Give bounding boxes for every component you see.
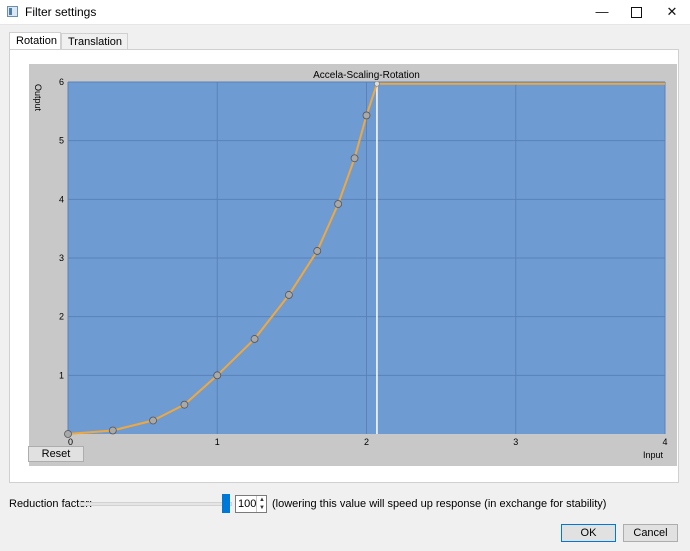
reduction-spinbox[interactable]: 100 ▲ ▼ <box>235 495 267 513</box>
curve-control-point <box>250 335 259 343</box>
filter-settings-window: Filter settings — ✕ Rotation Translation… <box>0 0 690 551</box>
reset-button[interactable]: Reset <box>28 446 84 462</box>
y-tick-label: 4 <box>59 194 64 204</box>
maximize-icon <box>630 7 642 18</box>
close-button[interactable]: ✕ <box>655 0 689 24</box>
reduction-hint: (lowering this value will speed up respo… <box>272 498 607 510</box>
ok-button[interactable]: OK <box>561 524 616 542</box>
mapping-chart[interactable]: 0 1 2 3 4 1 2 3 4 5 6 Accela-Scaling-Rotation Input O… <box>29 64 677 466</box>
saturation-point <box>374 80 380 87</box>
minimize-button[interactable]: — <box>585 0 619 24</box>
tab-translation[interactable]: Translation <box>61 33 128 50</box>
spin-up-icon[interactable]: ▲ <box>256 496 267 504</box>
y-tick-label: 2 <box>59 312 64 322</box>
chart-svg: 0 1 2 3 4123456Accela-Scaling-RotationInputO… <box>33 70 668 460</box>
reduction-slider-track[interactable] <box>80 502 232 506</box>
reduction-value: 100 <box>238 498 257 510</box>
curve-control-point <box>284 291 293 299</box>
tab-rotation[interactable]: Rotation <box>9 32 61 50</box>
chart-title: Accela-Scaling-Rotation <box>313 70 420 81</box>
title-bar: Filter settings — ✕ <box>0 0 690 25</box>
y-tick-label: 3 <box>59 253 64 263</box>
x-axis-label: Input <box>643 450 664 460</box>
x-tick-label: 2 <box>364 437 369 447</box>
curve-control-point <box>362 111 371 120</box>
spin-down-icon[interactable]: ▼ <box>256 504 267 512</box>
curve-control-point <box>64 430 72 438</box>
curve-control-point <box>149 416 157 425</box>
window-title: Filter settings <box>25 5 97 19</box>
curve-control-point <box>180 400 189 409</box>
x-tick-label: 1 <box>215 437 220 447</box>
cancel-button[interactable]: Cancel <box>623 524 678 542</box>
app-icon <box>7 6 18 17</box>
y-axis-label: Output <box>33 84 43 112</box>
y-tick-label: 5 <box>59 136 64 146</box>
curve-control-point <box>108 426 117 435</box>
curve-control-point <box>350 154 359 163</box>
curve-control-point <box>213 371 222 380</box>
rotation-panel: 0 1 2 3 4 1 2 3 4 5 6 Accela-Scaling-Rotation Input O… <box>9 49 679 483</box>
curve-control-point <box>313 247 322 255</box>
y-tick-label: 1 <box>59 370 64 380</box>
y-tick-label: 6 <box>59 77 64 87</box>
reduction-slider-handle[interactable] <box>222 494 230 513</box>
maximize-button[interactable] <box>619 0 653 24</box>
x-tick-label: 4 <box>662 437 667 447</box>
x-tick-label: 3 <box>513 437 518 447</box>
curve-control-point <box>334 200 343 208</box>
